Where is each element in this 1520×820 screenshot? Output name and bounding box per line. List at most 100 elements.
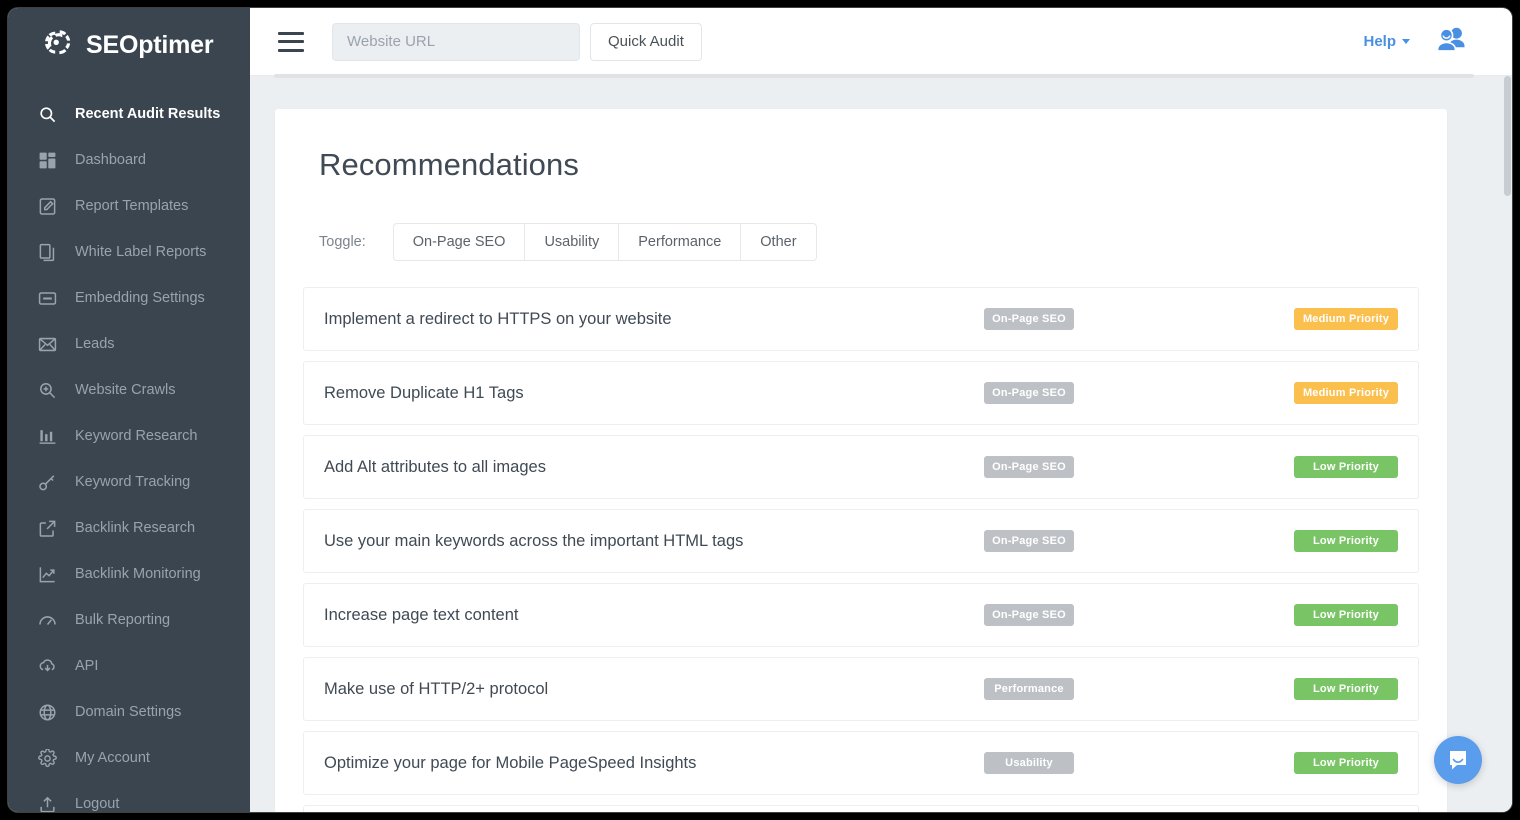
sidebar-item-domain-settings[interactable]: Domain Settings bbox=[8, 689, 250, 735]
sidebar-item-dashboard[interactable]: Dashboard bbox=[8, 137, 250, 183]
recommendation-row[interactable]: Optimize your page for Desktop PageSpeed… bbox=[303, 805, 1419, 812]
sidebar-item-label: Keyword Research bbox=[75, 428, 198, 444]
scrollbar-thumb[interactable] bbox=[1504, 76, 1511, 196]
toggle-label: Toggle: bbox=[319, 234, 366, 250]
category-badge-slot: On-Page SEO bbox=[984, 308, 1294, 330]
line-chart-icon bbox=[36, 563, 58, 585]
gear-icon bbox=[36, 747, 58, 769]
category-badge-slot: Usability bbox=[984, 752, 1294, 774]
dashboard-icon bbox=[36, 149, 58, 171]
speedometer-icon bbox=[36, 609, 58, 631]
sidebar-item-keyword-research[interactable]: Keyword Research bbox=[8, 413, 250, 459]
status-badge: Low Priority bbox=[1294, 678, 1398, 700]
sidebar-item-label: Logout bbox=[75, 796, 119, 812]
recommendation-row[interactable]: Implement a redirect to HTTPS on your we… bbox=[303, 287, 1419, 351]
sidebar-item-label: Recent Audit Results bbox=[75, 106, 220, 122]
recommendations-list: Implement a redirect to HTTPS on your we… bbox=[303, 287, 1419, 812]
sidebar-item-backlink-research[interactable]: Backlink Research bbox=[8, 505, 250, 551]
sidebar: SEOptimer Recent Audit Results Dashboard bbox=[8, 8, 250, 812]
category-badge: On-Page SEO bbox=[984, 308, 1074, 330]
recommendation-title: Use your main keywords across the import… bbox=[324, 532, 984, 551]
help-label: Help bbox=[1363, 33, 1396, 50]
toggle-row: Toggle: On-Page SEO Usability Performanc… bbox=[319, 223, 1419, 261]
search-plus-icon bbox=[36, 379, 58, 401]
priority-badge-slot: Medium Priority bbox=[1294, 382, 1398, 404]
priority-badge-slot: Low Priority bbox=[1294, 678, 1398, 700]
status-badge: Medium Priority bbox=[1294, 382, 1398, 404]
status-badge: Medium Priority bbox=[1294, 308, 1398, 330]
sidebar-item-keyword-tracking[interactable]: Keyword Tracking bbox=[8, 459, 250, 505]
sidebar-item-label: White Label Reports bbox=[75, 244, 206, 260]
sidebar-item-website-crawls[interactable]: Website Crawls bbox=[8, 367, 250, 413]
sidebar-nav: Recent Audit Results Dashboard Report Te… bbox=[8, 83, 250, 812]
envelope-icon bbox=[36, 333, 58, 355]
status-badge: Low Priority bbox=[1294, 456, 1398, 478]
sidebar-item-recent-audit-results[interactable]: Recent Audit Results bbox=[8, 91, 250, 137]
app-window: SEOptimer Recent Audit Results Dashboard bbox=[8, 8, 1512, 812]
status-badge: Low Priority bbox=[1294, 604, 1398, 626]
recommendation-row[interactable]: Make use of HTTP/2+ protocolPerformanceL… bbox=[303, 657, 1419, 721]
sidebar-item-label: Keyword Tracking bbox=[75, 474, 190, 490]
sidebar-item-backlink-monitoring[interactable]: Backlink Monitoring bbox=[8, 551, 250, 597]
tab-other[interactable]: Other bbox=[740, 223, 816, 261]
recommendation-title: Implement a redirect to HTTPS on your we… bbox=[324, 310, 984, 329]
search-icon bbox=[36, 103, 58, 125]
tab-usability[interactable]: Usability bbox=[524, 223, 618, 261]
tab-on-page-seo[interactable]: On-Page SEO bbox=[393, 223, 525, 261]
sidebar-item-white-label-reports[interactable]: White Label Reports bbox=[8, 229, 250, 275]
category-badge: On-Page SEO bbox=[984, 530, 1074, 552]
sidebar-item-bulk-reporting[interactable]: Bulk Reporting bbox=[8, 597, 250, 643]
recommendation-title: Remove Duplicate H1 Tags bbox=[324, 384, 984, 403]
recommendation-row[interactable]: Remove Duplicate H1 TagsOn-Page SEO Mediu… bbox=[303, 361, 1419, 425]
priority-badge-slot: Low Priority bbox=[1294, 604, 1398, 626]
vertical-scrollbar[interactable] bbox=[1503, 76, 1512, 812]
search-input[interactable] bbox=[332, 23, 580, 61]
sidebar-item-logout[interactable]: Logout bbox=[8, 781, 250, 812]
sidebar-item-report-templates[interactable]: Report Templates bbox=[8, 183, 250, 229]
chevron-down-icon bbox=[1402, 39, 1410, 44]
help-dropdown[interactable]: Help bbox=[1363, 33, 1410, 50]
bar-chart-icon bbox=[36, 425, 58, 447]
sidebar-item-label: API bbox=[75, 658, 98, 674]
recommendation-row[interactable]: Use your main keywords across the import… bbox=[303, 509, 1419, 573]
recommendation-title: Optimize your page for Mobile PageSpeed … bbox=[324, 754, 984, 773]
sidebar-item-label: My Account bbox=[75, 750, 150, 766]
category-badge-slot: On-Page SEO bbox=[984, 530, 1294, 552]
category-badge: On-Page SEO bbox=[984, 382, 1074, 404]
quick-audit-button[interactable]: Quick Audit bbox=[590, 23, 702, 61]
recommendation-title: Add Alt attributes to all images bbox=[324, 458, 984, 477]
priority-badge-slot: Low Priority bbox=[1294, 530, 1398, 552]
copy-documents-icon bbox=[36, 241, 58, 263]
sidebar-item-api[interactable]: API bbox=[8, 643, 250, 689]
people-icon[interactable] bbox=[1436, 26, 1466, 57]
category-badge: Performance bbox=[984, 678, 1074, 700]
external-link-icon bbox=[36, 517, 58, 539]
gear-logo-icon bbox=[42, 29, 76, 63]
sidebar-item-leads[interactable]: Leads bbox=[8, 321, 250, 367]
sidebar-item-label: Report Templates bbox=[75, 198, 188, 214]
sidebar-item-embedding-settings[interactable]: Embedding Settings bbox=[8, 275, 250, 321]
recommendations-card: Recommendations Toggle: On-Page SEO Usab… bbox=[275, 109, 1447, 812]
brand-logo-area[interactable]: SEOptimer bbox=[8, 8, 250, 83]
tab-performance[interactable]: Performance bbox=[618, 223, 740, 261]
recommendation-row[interactable]: Add Alt attributes to all imagesOn-Page … bbox=[303, 435, 1419, 499]
category-badge-slot: Performance bbox=[984, 678, 1294, 700]
globe-icon bbox=[36, 701, 58, 723]
recommendation-row[interactable]: Optimize your page for Mobile PageSpeed … bbox=[303, 731, 1419, 795]
status-badge: Low Priority bbox=[1294, 752, 1398, 774]
sidebar-item-label: Dashboard bbox=[75, 152, 146, 168]
key-icon bbox=[36, 471, 58, 493]
priority-badge-slot: Low Priority bbox=[1294, 752, 1398, 774]
category-tabs: On-Page SEO Usability Performance Other bbox=[393, 223, 817, 261]
intercom-chat-icon[interactable] bbox=[1434, 736, 1482, 784]
topbar-right-actions: Help bbox=[1363, 26, 1512, 57]
horizontal-scrollbar[interactable] bbox=[274, 74, 1474, 78]
sidebar-item-my-account[interactable]: My Account bbox=[8, 735, 250, 781]
category-badge-slot: On-Page SEO bbox=[984, 456, 1294, 478]
hamburger-icon[interactable] bbox=[278, 32, 304, 52]
priority-badge-slot: Medium Priority bbox=[1294, 308, 1398, 330]
page-title: Recommendations bbox=[319, 147, 1419, 183]
brand-name: SEOptimer bbox=[86, 31, 213, 60]
top-bar: Quick Audit Help bbox=[250, 8, 1512, 76]
recommendation-row[interactable]: Increase page text contentOn-Page SEOLow… bbox=[303, 583, 1419, 647]
